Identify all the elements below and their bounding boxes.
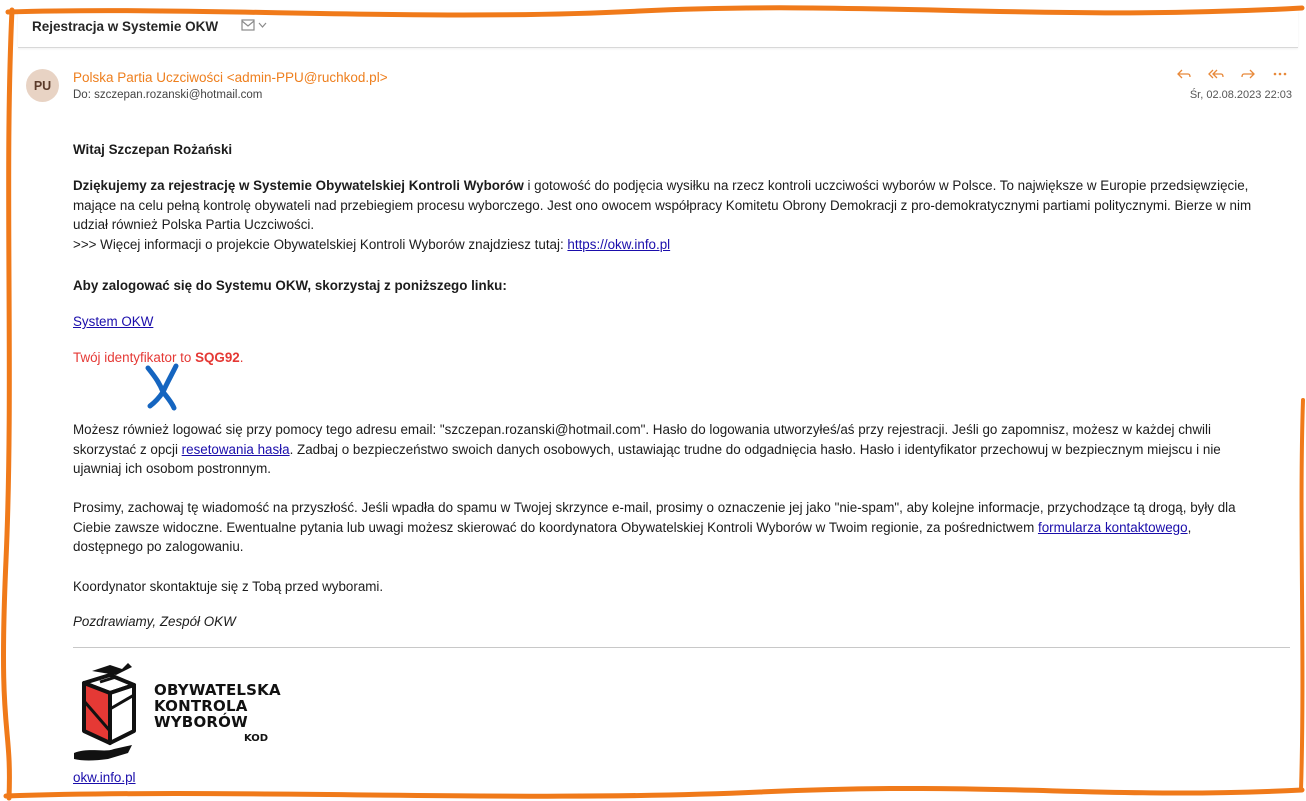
system-okw-link[interactable]: System OKW bbox=[73, 314, 153, 329]
greeting: Witaj Szczepan Rożański bbox=[73, 142, 233, 157]
blue-x-mark bbox=[145, 363, 179, 411]
logo-wordmark: OBYWATELSKA KONTROLA WYBORÓW bbox=[154, 682, 281, 730]
message-actions bbox=[1174, 66, 1290, 82]
logo-line-3: WYBORÓW bbox=[154, 713, 248, 731]
identifier-line: Twój identyfikator to SQG92. bbox=[73, 348, 243, 368]
intro-bold: Dziękujemy za rejestrację w Systemie Oby… bbox=[73, 178, 524, 193]
sender-avatar: PU bbox=[26, 69, 59, 102]
more-info-prefix: >>> Więcej informacji o projekcie Obywat… bbox=[73, 236, 568, 252]
orange-frame-bottom bbox=[3, 785, 1305, 799]
footer-site-link[interactable]: okw.info.pl bbox=[73, 770, 136, 785]
forward-icon[interactable] bbox=[1238, 66, 1258, 82]
system-okw-row: System OKW bbox=[73, 312, 153, 332]
chevron-down-icon[interactable] bbox=[258, 21, 267, 29]
reset-password-link[interactable]: resetowania hasła bbox=[182, 442, 290, 457]
email-subject: Rejestracja w Systemie OKW bbox=[32, 19, 219, 34]
message-date: Śr, 02.08.2023 22:03 bbox=[1189, 89, 1292, 101]
ballot-box-icon bbox=[74, 663, 136, 761]
intro-paragraph: Dziękujemy za rejestrację w Systemie Oby… bbox=[73, 176, 1263, 254]
signature-regards: Pozdrawiamy, Zespół OKW bbox=[73, 614, 236, 629]
reply-all-icon[interactable] bbox=[1206, 66, 1226, 82]
logo-line-2: KONTROLA bbox=[154, 697, 248, 715]
okw-info-link[interactable]: https://okw.info.pl bbox=[567, 237, 670, 252]
recipient-line: Do: szczepan.rozanski@hotmail.com bbox=[73, 89, 262, 101]
login-heading: Aby zalogować się do Systemu OKW, skorzy… bbox=[73, 278, 507, 293]
email-header-bar: Rejestracja w Systemie OKW bbox=[18, 10, 1298, 48]
orange-frame-left bbox=[0, 7, 15, 801]
subject-icon-group[interactable] bbox=[241, 19, 267, 31]
signature-divider bbox=[73, 647, 1290, 648]
logo-kod: KOD bbox=[244, 733, 269, 744]
identifier-value: SQG92 bbox=[195, 350, 240, 365]
coordinator-note: Koordynator skontaktuje się z Tobą przed… bbox=[73, 579, 384, 594]
to-label: Do: bbox=[73, 89, 91, 101]
logo-line-1: OBYWATELSKA bbox=[154, 681, 281, 699]
reply-icon[interactable] bbox=[1174, 66, 1194, 82]
to-address[interactable]: szczepan.rozanski@hotmail.com bbox=[94, 89, 262, 101]
more-icon[interactable] bbox=[1270, 66, 1290, 82]
mail-status-icon[interactable] bbox=[241, 19, 255, 31]
sender-display[interactable]: Polska Partia Uczciwości <admin-PPU@ruch… bbox=[73, 70, 388, 85]
orange-frame-right bbox=[1299, 398, 1305, 792]
login-info-paragraph: Możesz również logować się przy pomocy t… bbox=[73, 420, 1263, 479]
sender-row: PU Polska Partia Uczciwości <admin-PPU@r… bbox=[20, 66, 1300, 110]
contact-form-link[interactable]: formularza kontaktowego bbox=[1038, 520, 1188, 535]
identifier-suffix: . bbox=[239, 350, 244, 365]
keep-message-paragraph: Prosimy, zachowaj tę wiadomość na przysz… bbox=[73, 498, 1263, 557]
identifier-prefix: Twój identyfikator to bbox=[73, 350, 196, 365]
okw-logo: OBYWATELSKA KONTROLA WYBORÓW KOD bbox=[70, 661, 300, 766]
